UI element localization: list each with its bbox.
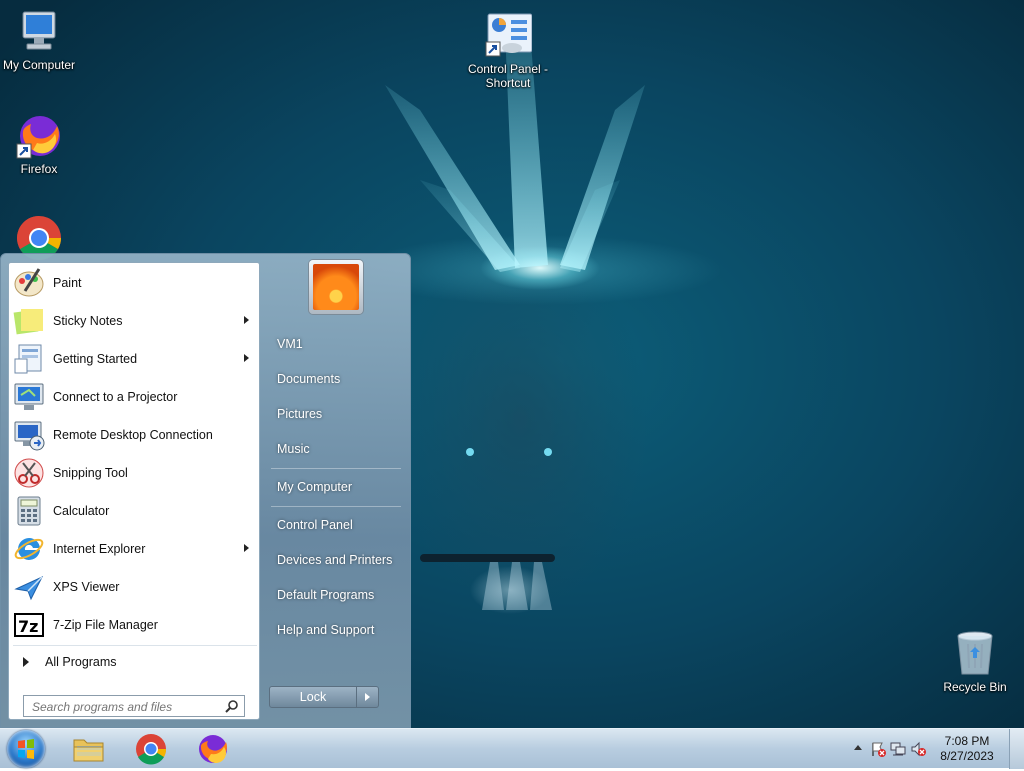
projector-icon — [13, 381, 45, 413]
program-label: 7-Zip File Manager — [53, 618, 158, 632]
show-desktop-button[interactable] — [1009, 729, 1024, 769]
svg-text:7z: 7z — [18, 617, 38, 636]
divider — [13, 645, 257, 646]
taskbar: 7:08 PM 8/27/2023 — [0, 728, 1024, 769]
program-paint[interactable]: Paint — [13, 265, 257, 301]
program-label: Internet Explorer — [53, 542, 146, 556]
place-documents[interactable]: Documents — [277, 372, 340, 386]
program-label: Calculator — [53, 504, 110, 518]
scissors-icon — [13, 457, 45, 489]
remote-desktop-icon — [13, 419, 45, 451]
program-xps-viewer[interactable]: XPS Viewer — [13, 569, 257, 605]
divider — [271, 506, 401, 507]
calculator-icon — [13, 495, 45, 527]
program-calculator[interactable]: Calculator — [13, 493, 257, 529]
program-label: Sticky Notes — [53, 314, 123, 328]
network-icon[interactable] — [890, 741, 906, 760]
place-user-folder[interactable]: VM1 — [277, 337, 303, 351]
system-tray: 7:08 PM 8/27/2023 — [834, 729, 1024, 769]
paint-icon — [13, 267, 45, 299]
desktop-icon-label: Firefox — [20, 162, 58, 176]
chrome-icon — [136, 734, 167, 765]
submenu-arrow-icon[interactable] — [244, 544, 249, 552]
user-avatar[interactable] — [309, 260, 363, 314]
start-menu: Paint Sticky Notes Getting Started Conne… — [0, 253, 411, 728]
taskbar-explorer[interactable] — [72, 732, 106, 766]
shutdown-options-arrow-button[interactable] — [357, 686, 379, 708]
getting-started-icon — [13, 343, 45, 375]
program-remote-desktop[interactable]: Remote Desktop Connection — [13, 417, 257, 453]
place-help-support[interactable]: Help and Support — [277, 623, 374, 637]
sticky-notes-icon — [13, 305, 45, 337]
submenu-arrow-icon[interactable] — [244, 316, 249, 324]
desktop-icon-firefox[interactable]: Firefox — [0, 112, 81, 176]
desktop-icon-control-panel[interactable]: Control Panel - Shortcut — [466, 12, 550, 90]
place-pictures[interactable]: Pictures — [277, 407, 322, 421]
recycle-bin-icon — [951, 630, 999, 678]
place-control-panel[interactable]: Control Panel — [277, 518, 353, 532]
computer-icon — [15, 8, 63, 56]
lock-button[interactable]: Lock — [269, 686, 357, 708]
programs-pane: Paint Sticky Notes Getting Started Conne… — [8, 262, 260, 720]
program-getting-started[interactable]: Getting Started — [13, 341, 257, 377]
program-label: Remote Desktop Connection — [53, 428, 213, 442]
program-sticky-notes[interactable]: Sticky Notes — [13, 303, 257, 339]
program-label: Getting Started — [53, 352, 138, 366]
places-pane: VM1 Documents Pictures Music My Computer… — [263, 254, 412, 728]
desktop-icon-label: Recycle Bin — [943, 680, 1007, 694]
program-label: XPS Viewer — [53, 580, 120, 594]
place-my-computer[interactable]: My Computer — [277, 480, 352, 494]
folder-icon — [73, 739, 104, 762]
triangle-right-icon — [23, 657, 29, 667]
firefox-icon — [15, 112, 63, 160]
taskbar-firefox[interactable] — [196, 732, 230, 766]
place-default-programs[interactable]: Default Programs — [277, 588, 374, 602]
flower-picture — [313, 264, 359, 310]
internet-explorer-icon — [13, 533, 45, 565]
volume-muted-icon[interactable] — [910, 741, 926, 760]
program-label: Snipping Tool — [53, 466, 128, 480]
desktop-icon-my-computer[interactable]: My Computer — [0, 8, 81, 72]
7zip-icon: 7z — [13, 609, 45, 641]
search-icon[interactable] — [225, 699, 239, 716]
search-box[interactable] — [23, 695, 245, 717]
firefox-icon — [199, 735, 227, 763]
program-connect-projector[interactable]: Connect to a Projector — [13, 379, 257, 415]
search-input[interactable] — [30, 697, 224, 717]
clock[interactable]: 7:08 PM 8/27/2023 — [932, 734, 1002, 764]
desktop-icon-label: My Computer — [2, 58, 76, 72]
desktop-icon-recycle-bin[interactable]: Recycle Bin — [933, 630, 1017, 694]
windows-logo-icon — [18, 739, 34, 759]
start-button[interactable] — [7, 730, 45, 768]
place-music[interactable]: Music — [277, 442, 310, 456]
clock-date: 8/27/2023 — [940, 749, 994, 763]
program-snipping-tool[interactable]: Snipping Tool — [13, 455, 257, 491]
submenu-arrow-icon[interactable] — [244, 354, 249, 362]
program-7zip[interactable]: 7z 7-Zip File Manager — [13, 607, 257, 643]
program-label: Connect to a Projector — [53, 390, 178, 404]
chevron-up-icon[interactable] — [854, 745, 862, 750]
divider — [271, 468, 401, 469]
program-internet-explorer[interactable]: Internet Explorer — [13, 531, 257, 567]
all-programs-label: All Programs — [45, 655, 117, 669]
all-programs-button[interactable]: All Programs — [13, 649, 257, 675]
place-devices-printers[interactable]: Devices and Printers — [277, 553, 392, 567]
desktop-icon-label: Control Panel - Shortcut — [467, 62, 549, 90]
desktop[interactable]: My Computer Firefox Control Panel - Shor… — [0, 0, 1024, 728]
xps-viewer-icon — [13, 571, 45, 603]
clock-time: 7:08 PM — [944, 734, 990, 748]
control-panel-icon — [484, 12, 533, 60]
taskbar-chrome[interactable] — [134, 732, 168, 766]
program-label: Paint — [53, 276, 82, 290]
action-center-flag-icon[interactable] — [870, 741, 886, 760]
